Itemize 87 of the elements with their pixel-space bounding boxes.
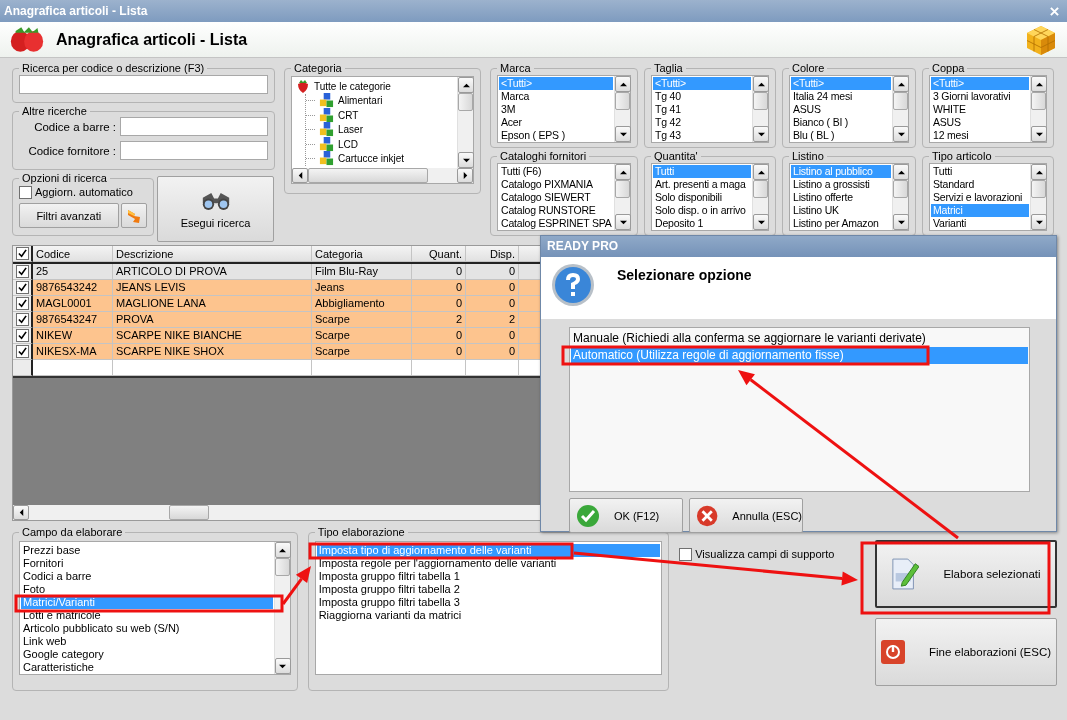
list-item[interactable]: Tutti (F6) xyxy=(499,165,613,178)
group-title: Listino xyxy=(791,150,825,162)
list-item[interactable]: Italia 24 mesi xyxy=(791,90,891,103)
group-title: Tipo elaborazione xyxy=(316,526,406,538)
list-item[interactable]: Tg 42 xyxy=(653,116,751,129)
list-item[interactable]: Imposta gruppo filtri tabella 3 xyxy=(316,596,661,609)
list-item[interactable]: Marca xyxy=(499,90,613,103)
checkbox-label: Aggiorn. automatico xyxy=(35,186,133,198)
column-header[interactable]: Quant. xyxy=(412,246,466,262)
tree-item[interactable]: CRT xyxy=(338,109,359,121)
list-item[interactable]: Blu ( BL ) xyxy=(791,129,891,142)
list-item[interactable]: WHITE xyxy=(931,103,1029,116)
list-item[interactable]: Bianco ( BI ) xyxy=(791,116,891,129)
list-item[interactable]: Tg 43 xyxy=(653,129,751,142)
list-item[interactable]: Foto xyxy=(21,583,273,596)
group-title: Marca xyxy=(499,62,532,74)
checkbox-label: Visualizza campi di supporto xyxy=(695,548,835,560)
list-item[interactable]: Imposta regole per l'aggiornamento delle varianti xyxy=(316,557,661,570)
list-item[interactable]: 3M xyxy=(499,103,613,116)
list-item[interactable]: ASUS xyxy=(931,116,1029,129)
group-title: Categoria xyxy=(293,62,343,74)
group-title: Campo da elaborare xyxy=(21,526,124,538)
tree-item[interactable]: Tutte le categorie xyxy=(314,80,391,92)
field-label: Codice a barre : xyxy=(33,121,116,133)
list-item[interactable]: Manuale (Richiedi alla conferma se aggiornare le varianti derivate) xyxy=(571,330,1028,347)
list-item[interactable]: Imposta gruppo filtri tabella 1 xyxy=(316,570,661,583)
group-title: Tipo articolo xyxy=(931,150,993,162)
list-item[interactable]: Listino offerte xyxy=(791,191,891,204)
list-item[interactable]: Deposito 1 xyxy=(653,217,751,230)
dialog-title: READY PRO xyxy=(547,239,619,253)
action-button[interactable]: Elabora selezionati xyxy=(875,540,1057,608)
list-item[interactable]: 3 Giorni lavorativi xyxy=(931,90,1029,103)
group-title: Altre ricerche xyxy=(21,105,88,118)
list-item[interactable]: Catalogo PIXMANIA xyxy=(499,178,613,191)
column-header[interactable]: Disp. xyxy=(466,246,519,262)
list-item[interactable]: Epson ( EPS ) xyxy=(499,129,613,142)
list-item[interactable]: Catalog ESPRINET SPA xyxy=(499,217,613,230)
list-item[interactable]: Servizi e lavorazioni xyxy=(931,191,1029,204)
list-item[interactable]: Caratteristiche xyxy=(21,661,273,674)
dialog-heading: Selezionare opzione xyxy=(617,267,752,283)
list-item[interactable]: Art. presenti a maga xyxy=(653,178,751,191)
group-title: Coppa xyxy=(931,62,966,74)
list-item[interactable]: Lotti e matricole xyxy=(21,609,273,622)
list-item[interactable]: Prezzi base xyxy=(21,544,273,557)
list-item[interactable]: Solo disponibili xyxy=(653,191,751,204)
tree-item[interactable]: Laser xyxy=(338,124,363,136)
list-item[interactable]: Google category xyxy=(21,648,273,661)
action-button[interactable]: Fine elaborazioni (ESC) xyxy=(875,618,1057,686)
list-item[interactable]: Codici a barre xyxy=(21,570,273,583)
window-title: Anagrafica articoli - Lista xyxy=(4,4,148,18)
column-header[interactable]: Codice xyxy=(33,246,113,262)
list-item[interactable]: Listino UK xyxy=(791,204,891,217)
group-title: Cataloghi fornitori xyxy=(499,150,588,162)
dialog-button[interactable]: Annulla (ESC) xyxy=(689,498,803,533)
group-title: Colore xyxy=(791,62,826,74)
list-item[interactable]: Catalog RUNSTORE xyxy=(499,204,613,217)
list-item[interactable]: Tg 41 xyxy=(653,103,751,116)
list-item[interactable]: Imposta gruppo filtri tabella 2 xyxy=(316,583,661,596)
dialog-button[interactable]: OK (F12) xyxy=(569,498,683,533)
list-item[interactable]: Standard xyxy=(931,178,1029,191)
list-item[interactable]: 12 mesi xyxy=(931,129,1029,142)
list-item[interactable]: Riaggiorna varianti da matrici xyxy=(316,609,661,622)
advanced-filters-button[interactable]: Filtri avanzati xyxy=(19,203,119,228)
group-title: Ricerca per codice o descrizione (F3) xyxy=(21,62,206,74)
list-item[interactable]: Articolo pubblicato su web (S/N) xyxy=(21,622,273,635)
column-header[interactable]: Descrizione xyxy=(113,246,312,262)
page-title: Anagrafica articoli - Lista xyxy=(56,30,249,49)
tree-item[interactable]: LCD xyxy=(338,138,358,150)
list-item[interactable]: Listino a grossisti xyxy=(791,178,891,191)
list-item[interactable]: Varianti xyxy=(931,217,1029,230)
field-label: Codice fornitore : xyxy=(27,145,116,157)
list-item[interactable]: ASUS xyxy=(791,103,891,116)
list-item[interactable]: Tg 40 xyxy=(653,90,751,103)
list-item[interactable]: Catalogo SIEWERT xyxy=(499,191,613,204)
tree-item[interactable]: Alimentari xyxy=(338,95,383,107)
group-title: Opzioni di ricerca xyxy=(21,172,108,184)
group-title: Quantita' xyxy=(653,150,699,162)
list-item[interactable]: Tutti xyxy=(931,165,1029,178)
list-item[interactable]: Link web xyxy=(21,635,273,648)
group-title: Taglia xyxy=(653,62,684,74)
search-button[interactable]: Esegui ricerca xyxy=(157,176,274,242)
list-item[interactable]: Listino per Amazon xyxy=(791,217,891,230)
tree-item[interactable]: Cartucce inkjet xyxy=(338,153,405,165)
column-header[interactable]: Categoria xyxy=(312,246,412,262)
list-item[interactable]: Solo disp. o in arrivo xyxy=(653,204,751,217)
list-item[interactable]: Acer xyxy=(499,116,613,129)
list-item[interactable]: Fornitori xyxy=(21,557,273,570)
